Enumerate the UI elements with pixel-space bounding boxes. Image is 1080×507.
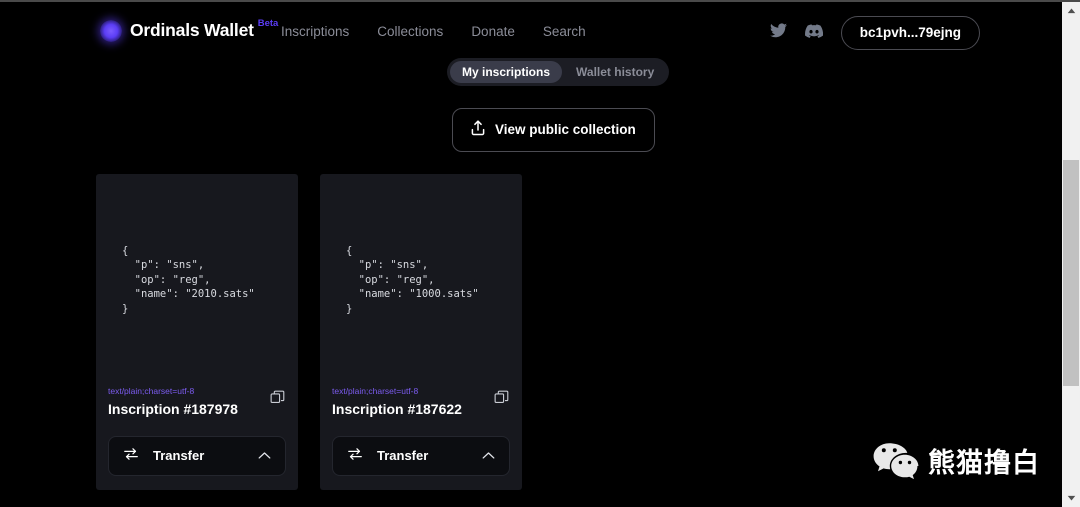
nav-item-donate[interactable]: Donate (471, 24, 515, 40)
inscription-preview: { "p": "sns", "op": "reg", "name": "2010… (96, 174, 298, 386)
inscription-meta: text/plain;charset=utf-8 Inscription #18… (320, 386, 522, 418)
scrollbar-thumb[interactable] (1063, 160, 1079, 386)
brand-name: Ordinals Wallet (130, 16, 254, 44)
watermark-text: 熊猫撸白 (928, 448, 1040, 480)
inscription-mime-type: text/plain;charset=utf-8 (332, 386, 510, 397)
inscription-mime-type: text/plain;charset=utf-8 (108, 386, 286, 397)
browser-page: Ordinals Wallet Beta Inscriptions Collec… (0, 0, 1080, 507)
wechat-icon (873, 442, 919, 485)
wallet-address-button[interactable]: bc1pvh...79ejng (841, 16, 980, 50)
chevron-up-icon[interactable] (258, 452, 271, 461)
main-nav: Inscriptions Collections Donate Search (281, 24, 586, 40)
inscription-title: Inscription #187978 (108, 400, 286, 418)
transfer-button[interactable]: Transfer (108, 436, 286, 476)
twitter-icon[interactable] (770, 23, 787, 43)
watermark: 熊猫撸白 (873, 442, 1040, 485)
copy-icon[interactable] (492, 388, 510, 406)
transfer-label: Transfer (377, 448, 428, 464)
brand-logo[interactable]: Ordinals Wallet Beta (100, 16, 278, 48)
inscription-card[interactable]: { "p": "sns", "op": "reg", "name": "1000… (320, 174, 522, 490)
transfer-button[interactable]: Transfer (332, 436, 510, 476)
inscription-card[interactable]: { "p": "sns", "op": "reg", "name": "2010… (96, 174, 298, 490)
inscription-json-content: { "p": "sns", "op": "reg", "name": "1000… (346, 244, 479, 317)
inscription-json-content: { "p": "sns", "op": "reg", "name": "2010… (122, 244, 255, 317)
scroll-up-arrow-icon[interactable] (1062, 2, 1080, 20)
share-upload-icon (471, 120, 485, 140)
transfer-label: Transfer (153, 448, 204, 464)
nav-item-inscriptions[interactable]: Inscriptions (281, 24, 349, 40)
purple-orb-logo-icon (100, 20, 122, 42)
nav-item-collections[interactable]: Collections (377, 24, 443, 40)
scroll-down-arrow-icon[interactable] (1062, 489, 1080, 507)
inscription-title: Inscription #187622 (332, 400, 510, 418)
header-actions: bc1pvh...79ejng (770, 16, 980, 50)
page-viewport: Ordinals Wallet Beta Inscriptions Collec… (0, 2, 1062, 507)
site-header: Ordinals Wallet Beta Inscriptions Collec… (0, 2, 1062, 62)
transfer-arrows-icon (347, 446, 363, 467)
beta-badge: Beta (258, 17, 279, 31)
tab-wallet-history[interactable]: Wallet history (564, 61, 666, 83)
tab-my-inscriptions[interactable]: My inscriptions (450, 61, 562, 83)
discord-icon[interactable] (805, 24, 823, 43)
copy-icon[interactable] (268, 388, 286, 406)
inscription-card-grid: { "p": "sns", "op": "reg", "name": "2010… (96, 174, 522, 490)
page-scrollbar[interactable] (1062, 2, 1080, 507)
chevron-up-icon[interactable] (482, 452, 495, 461)
inscription-preview: { "p": "sns", "op": "reg", "name": "1000… (320, 174, 522, 386)
view-public-collection-label: View public collection (495, 122, 636, 138)
transfer-arrows-icon (123, 446, 139, 467)
view-public-collection-button[interactable]: View public collection (452, 108, 655, 152)
inscription-meta: text/plain;charset=utf-8 Inscription #18… (96, 386, 298, 418)
nav-item-search[interactable]: Search (543, 24, 586, 40)
wallet-tab-switcher: My inscriptions Wallet history (447, 58, 669, 86)
